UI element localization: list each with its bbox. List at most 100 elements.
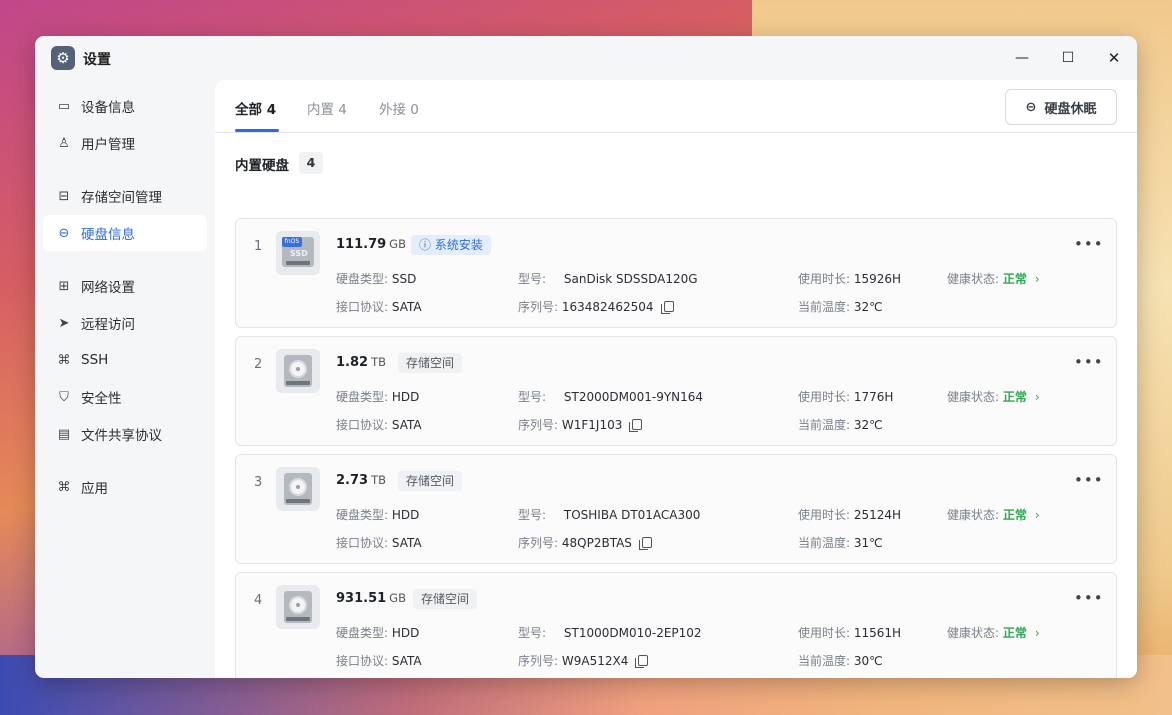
network-icon: ⊞: [58, 278, 70, 294]
disk-hours-field: 使用时长: 15926H: [798, 272, 902, 286]
disk-hours-field: 使用时长: 1776H: [798, 390, 894, 404]
disk-temp-field: 当前温度: 31℃: [798, 536, 883, 550]
info-icon: ⓘ: [419, 238, 435, 252]
disk-type-field: 硬盘类型: HDD: [336, 390, 420, 404]
disk-health-field[interactable]: 健康状态: 正常 ›: [947, 388, 1040, 405]
disk-type-field: 硬盘类型: HDD: [336, 626, 420, 640]
copy-icon[interactable]: [629, 419, 643, 432]
more-options-button[interactable]: •••: [1074, 235, 1104, 253]
close-button[interactable]: ✕: [1104, 48, 1124, 68]
disk-sleep-label: 硬盘休眠: [1044, 101, 1097, 117]
storage-space-badge: 存储空间: [398, 353, 463, 373]
main-panel: 全部 4 内置 4 外接 0 ⊖ 硬盘休眠 内置硬盘 4 1 fnOS SSD …: [215, 80, 1137, 678]
disk-hours-field: 使用时长: 25124H: [798, 508, 902, 522]
disk-index: 2: [254, 357, 263, 372]
section-count-badge: 4: [299, 152, 323, 174]
maximize-button[interactable]: ☐: [1058, 48, 1078, 68]
storage-space-badge: 存储空间: [398, 471, 463, 491]
disk-index: 4: [254, 593, 263, 608]
sidebar-item-label: 安全性: [81, 391, 122, 407]
ssd-icon: fnOS SSD: [276, 231, 320, 275]
ssd-type-label: SSD: [290, 249, 308, 258]
copy-icon[interactable]: [660, 301, 674, 314]
disk-size: 111.79 GB: [336, 237, 406, 252]
title-bar: ⚙ 设置 — ☐ ✕: [35, 36, 1137, 80]
user-icon: ♙: [58, 135, 70, 151]
more-options-button[interactable]: •••: [1074, 353, 1104, 371]
disk-icon: ⊖: [1025, 99, 1037, 115]
disk-card[interactable]: 2 1.82 TB 存储空间 ••• 硬盘类型: HDD 接口协议: SATA 型…: [235, 336, 1117, 446]
disk-model-field: 型号: SanDisk SDSSDA120G: [518, 272, 698, 286]
sidebar-item-disk-info[interactable]: ⊖ 硬盘信息: [43, 215, 207, 251]
sidebar-item-label: SSH: [81, 352, 109, 368]
disk-type-field: 硬盘类型: HDD: [336, 508, 420, 522]
hdd-icon: [276, 467, 320, 511]
disk-card[interactable]: 4 931.51 GB 存储空间 ••• 硬盘类型: HDD 接口协议: SATA…: [235, 572, 1117, 678]
sidebar-item-device-info[interactable]: ▭ 设备信息: [43, 88, 207, 124]
disk-health-field[interactable]: 健康状态: 正常 ›: [947, 270, 1040, 287]
disk-health-field[interactable]: 健康状态: 正常 ›: [947, 624, 1040, 641]
tab-count: 4: [266, 102, 277, 118]
tab-count: 4: [338, 102, 347, 118]
tab-external[interactable]: 外接 0: [379, 98, 419, 118]
section-title: 内置硬盘: [235, 158, 289, 174]
disk-serial-field: 序列号: W9A512X4: [518, 652, 649, 669]
sidebar-item-remote-access[interactable]: ➤ 远程访问: [43, 305, 207, 341]
tab-internal[interactable]: 内置 4: [307, 98, 347, 118]
tab-bar: 全部 4 内置 4 外接 0 ⊖ 硬盘休眠: [215, 80, 1137, 133]
storage-icon: ⊟: [58, 188, 70, 204]
tab-all[interactable]: 全部 4: [235, 98, 276, 118]
hdd-icon: [276, 349, 320, 393]
sidebar-item-apps[interactable]: ⌘ 应用: [43, 469, 207, 505]
ssd-brand-label: fnOS: [282, 237, 302, 247]
window-title: 设置: [83, 52, 111, 68]
sidebar-item-file-sharing[interactable]: ▤ 文件共享协议: [43, 416, 207, 452]
sidebar-item-label: 网络设置: [81, 280, 135, 296]
more-options-button[interactable]: •••: [1074, 589, 1104, 607]
tab-count: 0: [410, 102, 419, 118]
disk-card[interactable]: 1 fnOS SSD 111.79 GB ⓘ 系统安装 ••• 硬盘类型: SSD…: [235, 218, 1117, 328]
sidebar-item-label: 远程访问: [81, 317, 135, 333]
disk-card[interactable]: 3 2.73 TB 存储空间 ••• 硬盘类型: HDD 接口协议: SATA 型…: [235, 454, 1117, 564]
minimize-button[interactable]: —: [1012, 48, 1032, 68]
sidebar-item-ssh[interactable]: ⌘ SSH: [43, 342, 207, 378]
active-tab-indicator: [235, 129, 279, 132]
copy-icon[interactable]: [638, 537, 652, 550]
disk-serial-field: 序列号: W1F1J103: [518, 416, 643, 433]
sidebar-item-users[interactable]: ♙ 用户管理: [43, 125, 207, 161]
sidebar-item-label: 文件共享协议: [81, 428, 162, 444]
disk-model-field: 型号: TOSHIBA DT01ACA300: [518, 508, 701, 522]
sidebar-item-storage[interactable]: ⊟ 存储空间管理: [43, 178, 207, 214]
sidebar-item-label: 硬盘信息: [81, 227, 135, 243]
disk-serial-field: 序列号: 163482462504: [518, 298, 674, 315]
send-icon: ➤: [58, 315, 70, 331]
tab-label: 外接: [379, 102, 406, 118]
copy-icon[interactable]: [635, 655, 649, 668]
more-options-button[interactable]: •••: [1074, 471, 1104, 489]
disk-temp-field: 当前温度: 32℃: [798, 300, 883, 314]
disk-serial-field: 序列号: 48QP2BTAS: [518, 534, 652, 551]
disk-model-field: 型号: ST1000DM010-2EP102: [518, 626, 702, 640]
disk-health-field[interactable]: 健康状态: 正常 ›: [947, 506, 1040, 523]
code-icon: ⌘: [57, 352, 71, 368]
sidebar-item-label: 设备信息: [81, 100, 135, 116]
disk-temp-field: 当前温度: 30℃: [798, 654, 883, 668]
disk-interface-field: 接口协议: SATA: [336, 300, 422, 314]
disk-sleep-button[interactable]: ⊖ 硬盘休眠: [1005, 89, 1117, 125]
sidebar: ▭ 设备信息 ♙ 用户管理 ⊟ 存储空间管理 ⊖ 硬盘信息 ⊞ 网络设置 ➤ 远…: [35, 80, 215, 678]
disk-temp-field: 当前温度: 32℃: [798, 418, 883, 432]
disk-type-field: 硬盘类型: SSD: [336, 272, 417, 286]
disk-size: 1.82 TB: [336, 355, 386, 370]
disk-model-field: 型号: ST2000DM001-9YN164: [518, 390, 704, 404]
sidebar-item-network[interactable]: ⊞ 网络设置: [43, 268, 207, 304]
chevron-right-icon: ›: [1034, 390, 1040, 404]
shield-icon: ⛉: [59, 389, 69, 405]
disk-interface-field: 接口协议: SATA: [336, 536, 422, 550]
apps-icon: ⌘: [57, 479, 71, 495]
tab-label: 内置: [307, 102, 334, 118]
chevron-right-icon: ›: [1034, 272, 1040, 286]
disk-size: 931.51 GB: [336, 591, 406, 606]
storage-space-badge: 存储空间: [413, 589, 478, 609]
sidebar-item-label: 存储空间管理: [81, 190, 162, 206]
sidebar-item-security[interactable]: ⛉ 安全性: [43, 379, 207, 415]
